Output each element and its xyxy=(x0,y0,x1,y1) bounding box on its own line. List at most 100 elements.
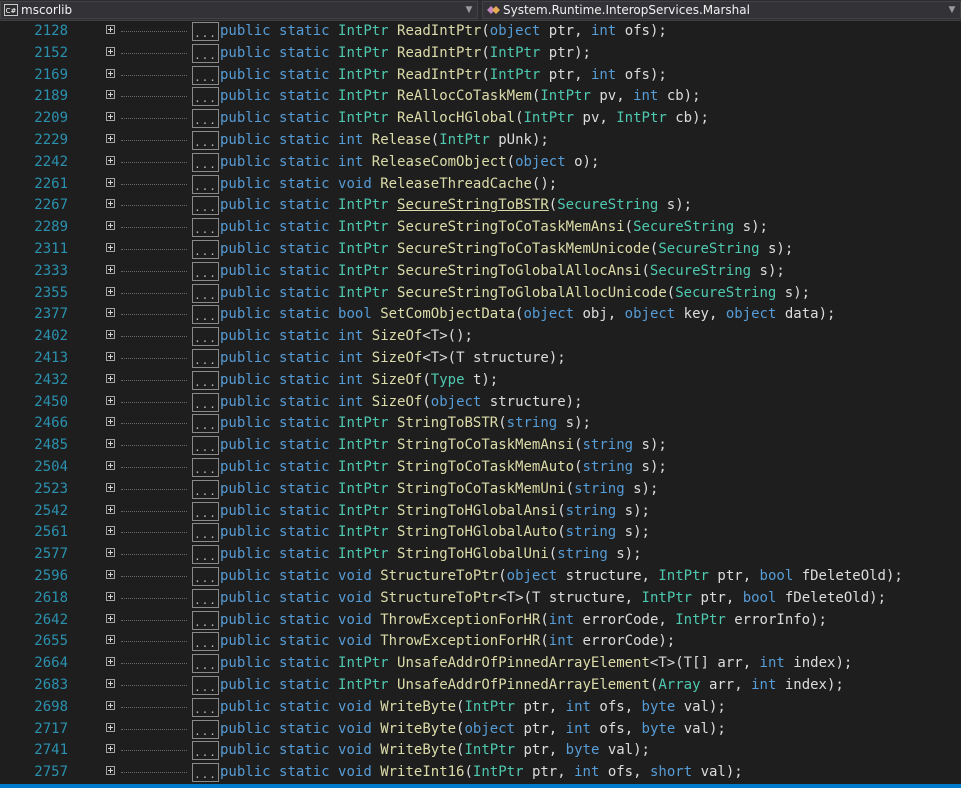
collapsed-region-box[interactable]: ... xyxy=(192,457,219,477)
expand-icon[interactable] xyxy=(106,133,115,143)
expand-icon[interactable] xyxy=(106,46,115,56)
collapsed-region-box[interactable]: ... xyxy=(192,239,219,259)
expand-icon[interactable] xyxy=(106,68,115,78)
collapsed-region-box[interactable]: ... xyxy=(192,545,219,565)
code-token: ofs xyxy=(599,698,625,715)
type-dropdown[interactable]: System.Runtime.InteropServices.Marshal ▼ xyxy=(482,1,961,19)
keyword-token: static xyxy=(279,328,330,345)
code-punct xyxy=(271,110,279,126)
collapsed-region-box[interactable]: ... xyxy=(192,196,219,216)
collapsed-region-box[interactable]: ... xyxy=(192,675,219,695)
collapsed-region-box[interactable]: ... xyxy=(192,392,219,412)
collapsed-region-box[interactable]: ... xyxy=(192,109,219,129)
expand-icon[interactable] xyxy=(106,439,115,449)
collapsed-region-box[interactable]: ... xyxy=(192,588,219,608)
code-editor[interactable]: 2128... public static IntPtr ReadIntPtr(o… xyxy=(0,21,961,784)
expand-icon[interactable] xyxy=(106,657,115,667)
expand-icon[interactable] xyxy=(106,635,115,645)
expand-icon[interactable] xyxy=(106,112,115,122)
collapsed-region-box[interactable]: ... xyxy=(192,261,219,281)
expand-icon[interactable] xyxy=(106,221,115,231)
svg-text:C#: C# xyxy=(6,7,17,15)
keyword-token: bool xyxy=(338,306,372,323)
collapsed-region-box[interactable]: ... xyxy=(192,152,219,172)
expand-icon[interactable] xyxy=(106,177,115,187)
code-punct xyxy=(330,154,338,170)
expand-icon[interactable] xyxy=(106,700,115,710)
collapsed-region-box[interactable]: ... xyxy=(192,763,219,783)
expand-icon[interactable] xyxy=(106,308,115,318)
expand-icon[interactable] xyxy=(106,373,115,383)
collapsed-region-box[interactable]: ... xyxy=(192,43,219,63)
expand-icon[interactable] xyxy=(106,199,115,209)
expand-icon[interactable] xyxy=(106,722,115,732)
code-token: val xyxy=(700,764,726,781)
expand-icon[interactable] xyxy=(106,286,115,296)
expand-icon[interactable] xyxy=(106,526,115,536)
collapsed-region-box[interactable]: ... xyxy=(192,22,219,41)
expand-icon[interactable] xyxy=(106,395,115,405)
expand-icon[interactable] xyxy=(106,264,115,274)
method-name: StructureToPtr xyxy=(380,589,499,606)
collapsed-region-box[interactable]: ... xyxy=(192,348,219,368)
collapsed-region-box[interactable]: ... xyxy=(192,305,219,325)
line-number: 2355 xyxy=(34,284,68,301)
collapsed-region-box[interactable]: ... xyxy=(192,697,219,717)
collapsed-region-box[interactable]: ... xyxy=(192,501,219,521)
collapsed-region-box[interactable]: ... xyxy=(192,327,219,347)
expand-icon[interactable] xyxy=(106,155,115,165)
type-token: IntPtr xyxy=(523,110,575,127)
code-punct xyxy=(330,263,338,279)
expand-icon[interactable] xyxy=(106,613,115,623)
expand-icon[interactable] xyxy=(106,744,115,754)
expand-icon[interactable] xyxy=(106,548,115,558)
keyword-token: static xyxy=(279,502,330,519)
outline-guide xyxy=(121,292,187,294)
expand-icon[interactable] xyxy=(106,766,115,776)
collapsed-region-box[interactable]: ... xyxy=(192,610,219,630)
code-line: 2618... public static void StructureToPtr… xyxy=(0,588,961,610)
expand-icon[interactable] xyxy=(106,591,115,601)
expand-icon[interactable] xyxy=(106,482,115,492)
expand-icon[interactable] xyxy=(106,460,115,470)
collapsed-region-box[interactable]: ... xyxy=(192,719,219,739)
collapsed-region-box[interactable]: ... xyxy=(192,65,219,85)
expand-icon[interactable] xyxy=(106,90,115,100)
code-punct xyxy=(515,699,523,715)
type-token: IntPtr xyxy=(338,284,389,301)
expand-icon[interactable] xyxy=(106,569,115,579)
code-punct xyxy=(389,110,397,126)
collapsed-region-box[interactable]: ... xyxy=(192,523,219,543)
collapsed-region-box[interactable]: ... xyxy=(192,741,219,761)
collapsed-region-box[interactable]: ... xyxy=(192,218,219,238)
collapsed-region-box[interactable]: ... xyxy=(192,174,219,194)
expand-icon[interactable] xyxy=(106,678,115,688)
expand-icon[interactable] xyxy=(106,351,115,361)
method-name: ReAllocHGlobal xyxy=(397,110,516,127)
assembly-dropdown[interactable]: C# mscorlib ▼ xyxy=(0,1,478,19)
expand-icon[interactable] xyxy=(106,417,115,427)
collapsed-region-box[interactable]: ... xyxy=(192,654,219,674)
collapsed-region-box[interactable]: ... xyxy=(192,87,219,107)
type-token: IntPtr xyxy=(338,66,389,83)
collapsed-region-box[interactable]: ... xyxy=(192,414,219,434)
expand-icon[interactable] xyxy=(106,504,115,514)
code-punct: ); xyxy=(810,611,827,628)
code-token: T xyxy=(456,349,465,366)
keyword-token: public xyxy=(220,633,271,650)
collapsed-region-box[interactable]: ... xyxy=(192,130,219,150)
expand-icon[interactable] xyxy=(106,330,115,340)
code-punct xyxy=(515,721,523,737)
keyword-token: int xyxy=(565,720,591,737)
expand-icon[interactable] xyxy=(106,242,115,252)
collapsed-region-box[interactable]: ... xyxy=(192,632,219,652)
collapsed-region-box[interactable]: ... xyxy=(192,370,219,390)
keyword-token: public xyxy=(220,589,271,606)
collapsed-region-box[interactable]: ... xyxy=(192,436,219,456)
expand-icon[interactable] xyxy=(106,25,115,34)
method-name: SecureStringToCoTaskMemAnsi xyxy=(397,219,625,236)
collapsed-region-box[interactable]: ... xyxy=(192,479,219,499)
collapsed-region-box[interactable]: ... xyxy=(192,283,219,303)
code-punct: ( xyxy=(624,219,634,236)
collapsed-region-box[interactable]: ... xyxy=(192,566,219,586)
